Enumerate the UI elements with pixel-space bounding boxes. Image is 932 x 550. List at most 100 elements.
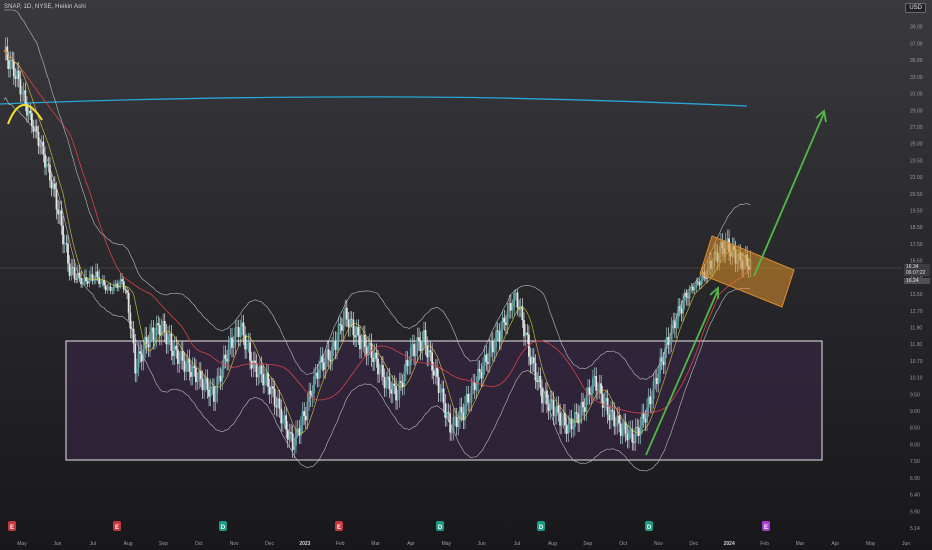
x-tick-label: Nov: [230, 541, 239, 547]
candle-body: [642, 412, 645, 419]
candle-body: [513, 293, 516, 308]
candle-body: [509, 303, 512, 311]
candle-body: [500, 329, 502, 341]
candle-body: [539, 375, 542, 388]
candle-body: [209, 386, 212, 397]
y-tick-label: 22.00: [910, 175, 923, 181]
candle-body: [127, 292, 130, 313]
candle-body: [408, 365, 411, 366]
candle-body: [404, 360, 407, 373]
candle-body: [485, 354, 488, 362]
candle-body: [426, 345, 429, 358]
candle-body: [429, 350, 432, 353]
candle-body: [258, 365, 261, 375]
candle-body: [52, 183, 55, 189]
candle-body: [165, 332, 168, 345]
candle-body: [503, 317, 506, 323]
candle-body: [400, 381, 402, 383]
candle-body: [255, 363, 258, 378]
candle-body: [142, 349, 145, 362]
candle-body: [44, 154, 46, 168]
candle-body: [436, 367, 438, 378]
candle-body: [583, 407, 586, 412]
y-tick-label: 18.50: [910, 225, 923, 231]
candle-body: [86, 281, 89, 284]
candle-body: [121, 279, 124, 282]
candle-body: [363, 334, 366, 347]
candle-body: [334, 340, 337, 350]
candle-body: [596, 390, 599, 391]
bar-countdown: 06:07:22: [906, 270, 926, 276]
candle-body: [290, 432, 292, 434]
candle-body: [467, 393, 470, 403]
y-tick-label: 11.90: [910, 325, 922, 331]
candle-body: [618, 415, 621, 424]
candle-body: [595, 375, 598, 391]
candle-body: [303, 411, 306, 416]
candle-body: [482, 366, 484, 379]
candle-body: [231, 337, 233, 348]
candle-body: [27, 110, 30, 116]
candle-body: [135, 367, 138, 374]
candle-body: [234, 327, 237, 346]
candle-body: [442, 388, 445, 404]
candle-body: [411, 344, 414, 348]
candle-body: [521, 306, 524, 321]
y-tick-label: 9.50: [910, 392, 920, 398]
candle-body: [647, 396, 650, 408]
candle-body: [395, 385, 397, 401]
candle-body: [280, 408, 283, 424]
candle-body: [434, 367, 437, 376]
candle-body: [478, 368, 481, 372]
price-chart[interactable]: 41.0039.0037.0035.0033.0031.0029.0027.00…: [0, 0, 932, 550]
candle-body: [441, 388, 443, 393]
candle-body: [662, 361, 665, 366]
candle-body: [472, 382, 475, 386]
candle-body: [229, 337, 232, 346]
candle-body: [342, 318, 345, 331]
candle-body: [62, 225, 64, 245]
candle-body: [450, 432, 453, 433]
candle-body: [180, 350, 183, 361]
candle-body: [344, 307, 347, 319]
candle-body: [639, 425, 642, 436]
candle-body: [406, 360, 409, 366]
candle-body: [536, 380, 539, 383]
candle-body: [150, 327, 153, 333]
x-tick-label: Nov: [654, 541, 663, 547]
candle-body: [68, 263, 71, 276]
candle-body: [116, 283, 119, 288]
band-upper-line: [4, 9, 751, 380]
y-tick-label: 10.70: [910, 359, 923, 365]
candle-body: [75, 279, 78, 280]
x-tick-label: Apr: [831, 541, 839, 547]
candle-body: [373, 352, 376, 362]
candle-body: [193, 366, 196, 368]
candle-body: [240, 322, 243, 328]
currency-badge[interactable]: USD: [905, 3, 926, 13]
candle-body: [621, 428, 624, 436]
x-tick-label: Aug: [124, 541, 133, 547]
y-tick-label: 20.50: [910, 192, 923, 198]
candle-body: [103, 280, 105, 286]
candle-body: [265, 372, 268, 378]
candle-body: [208, 389, 210, 397]
candle-body: [219, 375, 222, 382]
candle-body: [329, 359, 332, 362]
candle-body: [288, 432, 291, 440]
candle-body: [278, 398, 281, 409]
symbol-title[interactable]: SNAP, 1D, NYSE, Heikin Ashi: [4, 4, 86, 10]
candle-body: [675, 320, 678, 329]
candle-body: [313, 376, 315, 394]
candle-body: [149, 332, 151, 348]
candle-body: [162, 321, 165, 327]
candle-body: [380, 364, 383, 373]
y-tick-label: 9.00: [910, 409, 920, 415]
x-tick-label: 2023: [299, 541, 310, 547]
candle-body: [188, 358, 191, 372]
candle-body: [687, 296, 689, 298]
candle-body: [534, 362, 537, 381]
candle-body: [316, 372, 319, 379]
candle-body: [168, 333, 171, 336]
candle-body: [167, 335, 169, 345]
